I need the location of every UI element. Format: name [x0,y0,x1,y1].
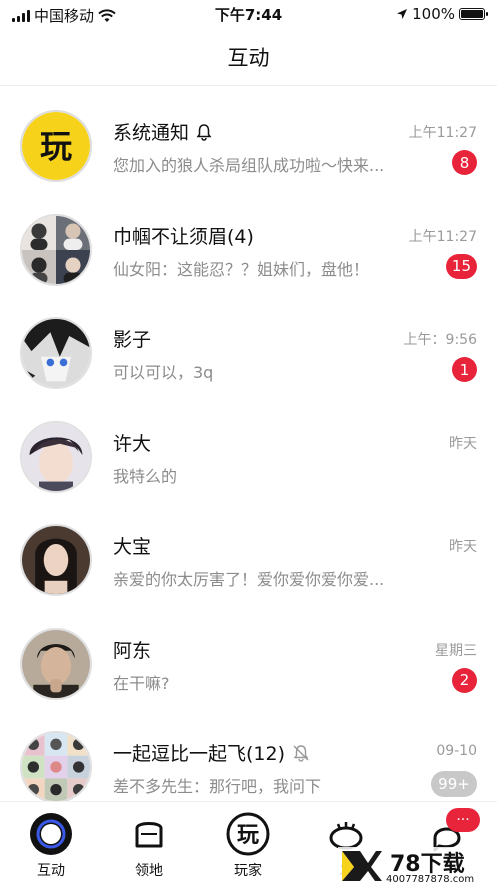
play-logo-icon: 玩 [22,112,90,180]
conversation-item-yingzi[interactable]: 影子 可以可以，3q 上午：9:56 1 [0,293,497,397]
group-avatar[interactable] [20,213,92,286]
avatar[interactable] [20,524,92,596]
conversation-preview: 您加入的狼人杀局组队成功啦～快来... [113,156,385,175]
conversation-time: 昨天 [449,539,477,555]
avatar[interactable] [20,627,92,700]
conversation-item-adong[interactable]: 阿东 在干嘛? 星期三 2 [0,604,497,708]
status-bar: 中国移动 下午7:44 100% [0,0,497,28]
battery-percent: 100% [412,5,455,23]
chat-badge: ··· [446,808,480,832]
territory-icon [125,810,173,858]
tab-players[interactable]: 玩 玩家 [213,810,283,880]
tab-label: 领地 [135,863,163,879]
anime-avatar-image [22,319,90,387]
tab-territory[interactable]: 领地 [114,810,184,880]
conversation-title: 巾帼不让须眉(4) [113,225,254,248]
conversation-title: 阿东 [113,639,152,662]
avatar[interactable]: 玩 [20,110,92,182]
conversation-time: 上午11:27 [408,125,477,141]
location-arrow-icon [397,9,408,19]
conversation-time: 上午：9:56 [403,332,477,348]
conversation-preview: 可以可以，3q [113,363,214,382]
photo-avatar-image [22,526,90,594]
unread-badge-muted: 99+ [431,771,477,797]
group-photo-grid [22,215,90,284]
anime-avatar-image [22,422,90,491]
status-right: 100% [396,5,488,23]
conversation-item-system-notice[interactable]: 玩 系统通知 您加入的狼人杀局组队成功啦～快来... 上午11:27 8 [0,86,497,190]
tab-label: 互动 [37,863,65,879]
conversation-preview: 我特么的 [113,466,178,486]
group-avatar[interactable] [20,731,92,801]
conversation-preview: 在干嘛? [113,673,170,693]
tab-label: 玩家 [234,863,262,879]
unread-badge: 1 [452,357,477,382]
conversation-list[interactable]: 玩 系统通知 您加入的狼人杀局组队成功啦～快来... 上午11:27 8 巾帼不… [0,86,497,801]
play-logo-icon: 玩 [224,810,272,858]
conversation-preview: 差不多先生：那行吧，我问下 [113,777,322,796]
conversation-title: 影子 [113,329,152,351]
conversation-item-group-fly[interactable]: 一起逗比一起飞(12) 差不多先生：那行吧，我问下 09-10 99+ [0,707,497,801]
watermark-logo: 78下载 4007787878.com [338,841,497,885]
unread-badge: 8 [452,150,477,175]
svg-text:玩: 玩 [237,823,259,848]
conversation-title: 大宝 [113,536,152,558]
conversation-item-dabao[interactable]: 大宝 亲爱的你太厉害了！爱你爱你爱你爱... 昨天 [0,500,497,604]
watermark-url: 4007787878.com [386,874,474,883]
avatar[interactable] [20,317,92,389]
svg-text:玩: 玩 [40,127,72,165]
conversation-item-group-chat[interactable]: 巾帼不让须眉(4) 仙女阳：这能忍？？姐妹们，盘他！ 上午11:27 15 [0,190,497,294]
conversation-title: 一起逗比一起飞(12) [113,739,311,766]
page-title: 互动 [0,28,497,86]
conversation-time: 09-10 [436,743,477,759]
conversation-title-text: 一起逗比一起飞(12) [113,743,286,765]
mute-bell-icon [293,744,309,762]
tab-interact[interactable]: 互动 [16,810,86,880]
group-photo-grid [22,733,90,801]
unread-badge: 15 [445,253,477,279]
photo-avatar-image [22,629,90,698]
battery-icon [459,8,488,20]
conversation-item-xuda[interactable]: 许大 我特么的 昨天 [0,397,497,501]
conversation-time: 上午11:27 [408,228,477,245]
avatar[interactable] [20,420,92,493]
bell-icon [196,123,212,141]
unread-badge: 2 [452,667,477,693]
conversation-time: 昨天 [449,435,477,452]
conversation-time: 星期三 [435,642,477,659]
interact-ring-icon [27,810,75,858]
conversation-preview: 仙女阳：这能忍？？姐妹们，盘他！ [113,259,370,279]
conversation-title: 系统通知 [113,118,213,145]
conversation-preview: 亲爱的你太厉害了！爱你爱你爱你爱... [113,570,385,589]
conversation-title: 许大 [113,432,152,455]
conversation-title-text: 系统通知 [113,122,190,144]
